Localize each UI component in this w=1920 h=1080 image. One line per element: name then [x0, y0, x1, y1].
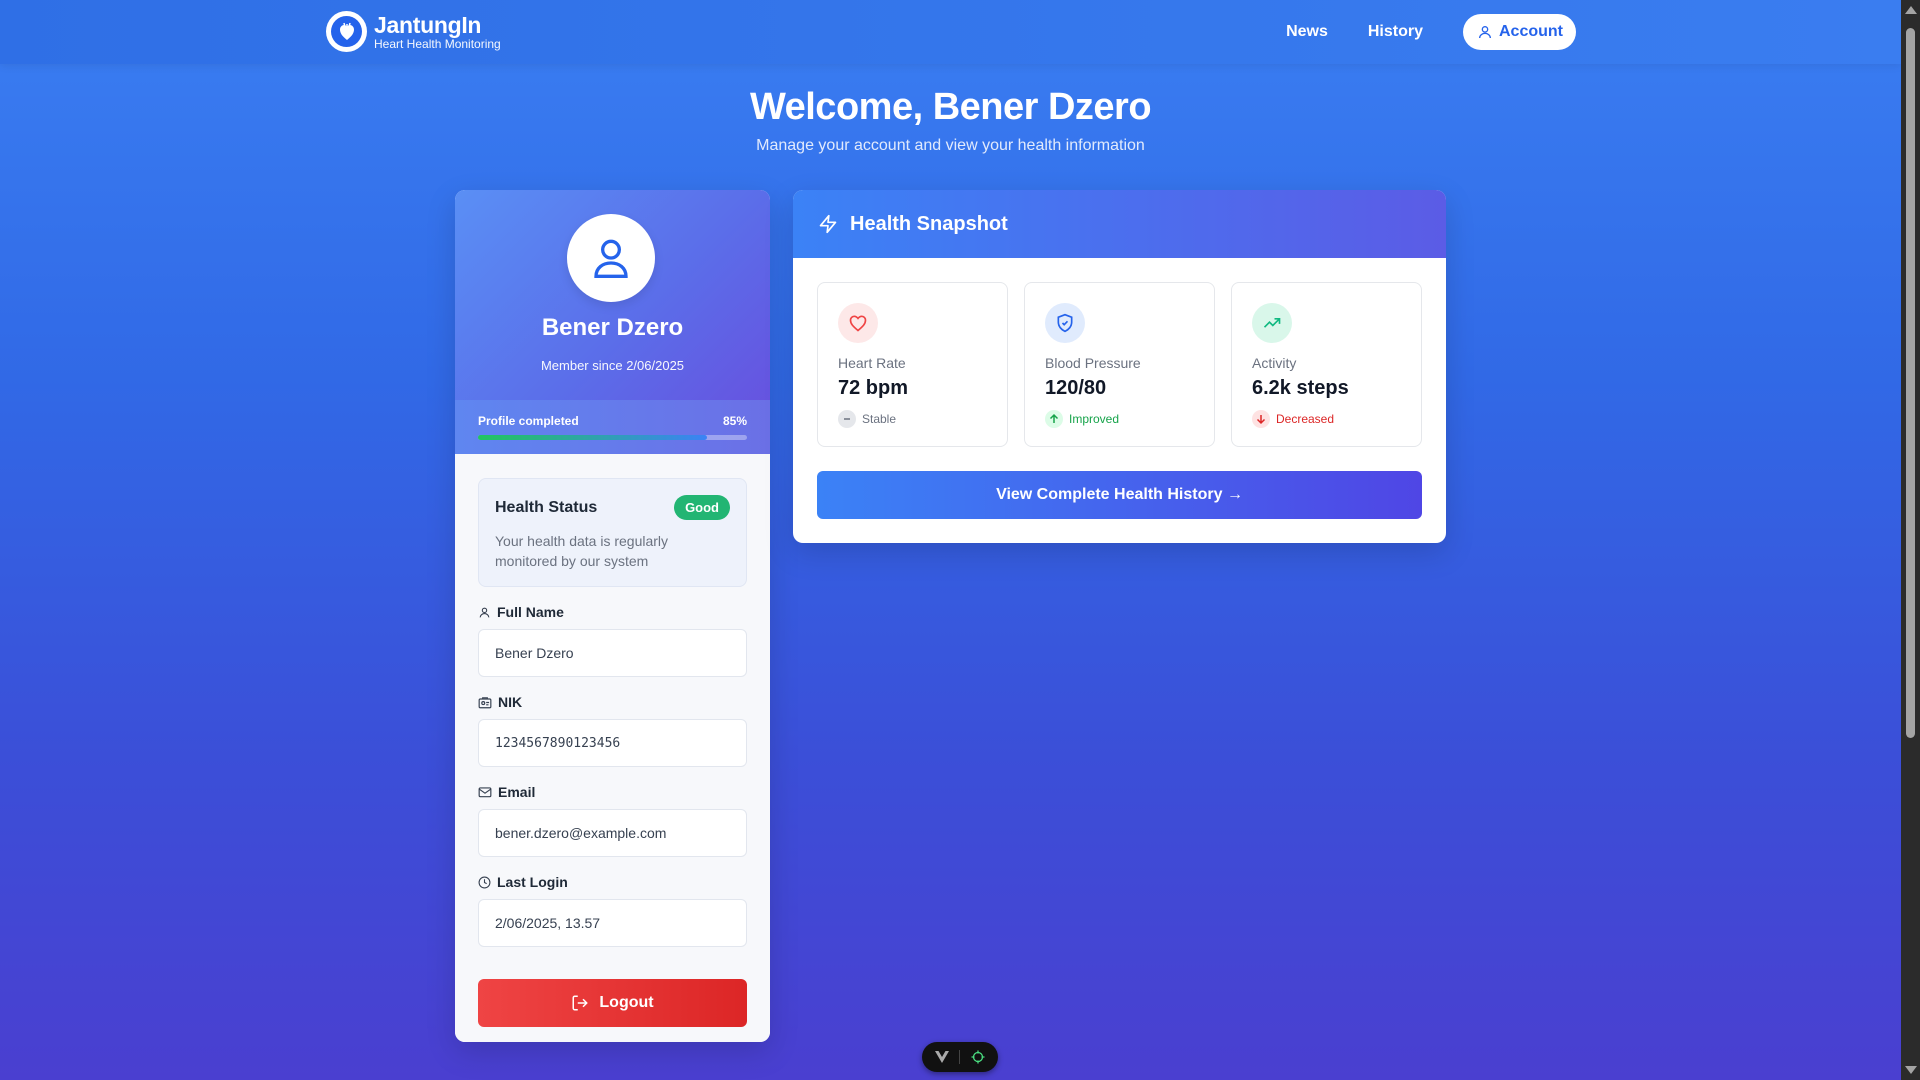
last-login-field: Last Login 2/06/2025, 13.57	[478, 873, 747, 947]
user-icon	[479, 607, 490, 617]
mail-icon	[478, 787, 492, 798]
arrow-down-icon	[1252, 410, 1270, 428]
snapshot-header: Health Snapshot	[793, 190, 1446, 258]
metric-card-heart-rate: Heart Rate 72 bpm Stable	[817, 282, 1008, 447]
snapshot-title: Health Snapshot	[850, 212, 1008, 235]
metric-card-blood-pressure: Blood Pressure 120/80 Improved	[1024, 282, 1215, 447]
nik-input[interactable]: 1234567890123456	[478, 719, 747, 767]
page-title: Welcome, Bener Dzero	[749, 86, 1152, 128]
scrollbar[interactable]	[1901, 0, 1920, 1080]
logout-label: Logout	[599, 994, 654, 1011]
metric-label: Heart Rate	[838, 355, 906, 371]
logout-button[interactable]: Logout	[478, 979, 747, 1027]
progress-track	[478, 435, 747, 440]
scroll-up-arrow-icon[interactable]	[1905, 6, 1917, 14]
trend-label: Improved	[1069, 412, 1120, 426]
progress-label: Profile completed	[478, 414, 579, 428]
health-status-box: Health Status Good Your health data is r…	[478, 478, 747, 587]
profile-card: Bener Dzero Member since 2/06/2025 Profi…	[455, 190, 770, 1042]
last-login-input[interactable]: 2/06/2025, 13.57	[478, 899, 747, 947]
trending-up-icon	[1252, 303, 1292, 343]
heart-logo-icon	[326, 11, 367, 52]
logout-icon	[572, 995, 589, 1011]
profile-progress: Profile completed 85%	[455, 400, 770, 454]
nik-field: NIK 1234567890123456	[478, 693, 747, 767]
metric-trend: Decreased	[1252, 410, 1334, 428]
email-label: Email	[498, 784, 536, 800]
metric-value: 72 bpm	[838, 377, 909, 399]
progress-percent: 85%	[722, 414, 747, 428]
view-health-history-button[interactable]: View Complete Health History →	[817, 471, 1422, 519]
member-since: Member since 2/06/2025	[540, 358, 685, 373]
health-snapshot-card: Health Snapshot Heart Rate 72 bpm Stable…	[793, 190, 1446, 543]
brand-name: JantungIn	[374, 11, 482, 38]
account-label: Account	[1499, 23, 1563, 40]
nik-label: NIK	[498, 694, 523, 710]
id-card-icon	[478, 696, 492, 708]
vue-logo-icon	[935, 1051, 950, 1063]
arrow-up-icon	[1045, 410, 1063, 428]
clock-icon	[478, 876, 491, 888]
metric-card-activity: Activity 6.2k steps Decreased	[1231, 282, 1422, 447]
full-name-field: Full Name Bener Dzero	[478, 603, 747, 677]
email-field: Email bener.dzero@example.com	[478, 783, 747, 857]
progress-fill	[478, 435, 707, 440]
scroll-thumb[interactable]	[1906, 28, 1915, 738]
shield-icon	[1045, 303, 1085, 343]
brand-tagline: Heart Health Monitoring	[374, 36, 501, 51]
lightning-icon	[819, 214, 837, 234]
metric-label: Blood Pressure	[1045, 355, 1141, 371]
metric-trend: Improved	[1045, 410, 1119, 428]
heart-icon	[838, 303, 878, 343]
navbar: JantungIn Heart Health Monitoring News H…	[0, 0, 1901, 64]
nav-history-link[interactable]: History	[1368, 23, 1423, 41]
scroll-down-arrow-icon[interactable]	[1905, 1066, 1917, 1074]
email-input[interactable]: bener.dzero@example.com	[478, 809, 747, 857]
brand[interactable]: JantungIn Heart Health Monitoring	[326, 11, 501, 52]
crosshair-icon	[971, 1050, 985, 1064]
metric-value: 6.2k steps	[1252, 377, 1349, 399]
avatar	[567, 214, 655, 302]
last-login-label: Last Login	[497, 874, 568, 890]
metric-label: Activity	[1252, 355, 1297, 371]
dev-toolbar[interactable]	[922, 1042, 998, 1072]
health-status-description: Your health data is regularly monitored …	[495, 533, 669, 569]
nav-news-link[interactable]: News	[1286, 23, 1328, 41]
trend-label: Decreased	[1276, 412, 1335, 426]
profile-header: Bener Dzero Member since 2/06/2025	[455, 190, 770, 400]
user-avatar-icon	[594, 239, 628, 278]
full-name-label: Full Name	[497, 604, 564, 620]
status-badge: Good	[674, 495, 730, 520]
account-button[interactable]: Account	[1463, 14, 1576, 50]
page-subtitle: Manage your account and view your health…	[756, 137, 1145, 154]
metric-value: 120/80	[1045, 377, 1107, 399]
user-icon	[1479, 26, 1491, 39]
trend-label: Stable	[862, 412, 897, 426]
metric-trend: Stable	[838, 410, 896, 428]
minus-icon	[838, 410, 856, 428]
profile-name: Bener Dzero	[541, 314, 684, 341]
full-name-input[interactable]: Bener Dzero	[478, 629, 747, 677]
